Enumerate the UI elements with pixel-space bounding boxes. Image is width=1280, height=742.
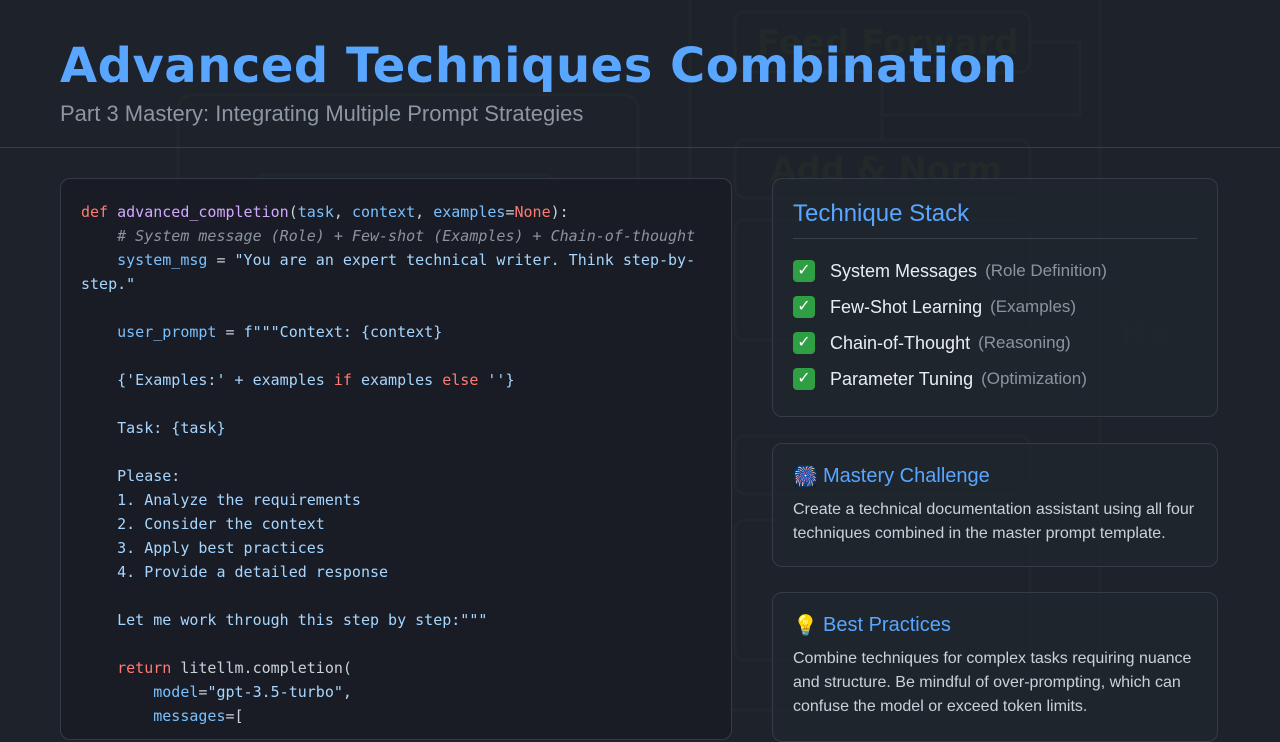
page-title: Advanced Techniques Combination (60, 38, 1018, 94)
code-string: 2. Consider the context (117, 515, 325, 533)
technique-detail: (Role Definition) (985, 261, 1107, 280)
technique-item: ✓ Chain-of-Thought (Reasoning) (793, 325, 1107, 361)
fireworks-icon: 🎆 (793, 466, 818, 488)
technique-label: Chain-of-Thought (830, 333, 971, 353)
best-practices-header: 💡 Best Practices (793, 613, 951, 638)
code-panel: def advanced_completion(task, context, e… (60, 178, 732, 740)
code-keyword: return (117, 659, 172, 677)
code-string: {'Examples:' + examples (117, 371, 334, 389)
code-kwarg: messages (153, 707, 226, 725)
technique-item: ✓ Parameter Tuning (Optimization) (793, 361, 1107, 397)
code-string: Let me work through this step by step:""… (117, 611, 488, 629)
check-mark-icon: ✓ (793, 296, 815, 318)
code-param: examples (433, 203, 506, 221)
code-param: context (351, 203, 416, 221)
check-mark-icon: ✓ (793, 332, 815, 354)
technique-list: ✓ System Messages (Role Definition) ✓ Few-S… (793, 253, 1107, 397)
code-call: litellm.completion( (171, 659, 352, 677)
code-string: f"""Context: {context} (243, 323, 443, 341)
code-string: 1. Analyze the requirements (117, 491, 361, 509)
code-default: None (514, 203, 551, 221)
code-string: ''} (478, 371, 515, 389)
technique-stack-title: Technique Stack (793, 200, 970, 227)
code-function-name: advanced_completion (117, 203, 289, 221)
best-practices-title: Best Practices (823, 614, 951, 636)
header: Advanced Techniques Combination Part 3 M… (0, 0, 1280, 148)
code-var: user_prompt (117, 323, 217, 341)
code-string: Task: {task} (117, 419, 226, 437)
mastery-challenge-card: 🎆 Mastery Challenge Create a technical d… (772, 443, 1218, 567)
code-keyword: else (442, 371, 479, 389)
page-subtitle: Part 3 Mastery: Integrating Multiple Pro… (60, 101, 584, 126)
mastery-challenge-header: 🎆 Mastery Challenge (793, 464, 990, 489)
code-keyword: def (81, 203, 109, 221)
code-param: task (297, 203, 334, 221)
mastery-challenge-body: Create a technical documentation assista… (793, 501, 1195, 542)
code-keyword: if (333, 371, 352, 389)
technique-detail: (Optimization) (981, 369, 1087, 388)
technique-label: System Messages (830, 261, 978, 281)
mastery-challenge-title: Mastery Challenge (823, 465, 990, 487)
lightbulb-icon: 💡 (793, 615, 818, 637)
technique-label: Few-Shot Learning (830, 297, 983, 317)
check-mark-icon: ✓ (793, 368, 815, 390)
code-string: "gpt-3.5-turbo" (207, 683, 343, 701)
technique-detail: (Examples) (990, 297, 1077, 316)
divider (793, 238, 1197, 239)
technique-label: Parameter Tuning (830, 369, 974, 389)
code-string: 3. Apply best practices (117, 539, 325, 557)
code-string: 4. Provide a detailed response (117, 563, 389, 581)
code-string: Please: (117, 467, 181, 485)
code-punct: =[ (225, 707, 244, 725)
check-mark-icon: ✓ (793, 260, 815, 282)
technique-item: ✓ System Messages (Role Definition) (793, 253, 1107, 289)
code-string: examples (351, 371, 443, 389)
technique-detail: (Reasoning) (978, 333, 1071, 352)
technique-stack-card: Technique Stack ✓ System Messages (Role De… (772, 178, 1218, 417)
code-var: system_msg (117, 251, 208, 269)
code-comment: # System message (Role) + Few-shot (Exam… (117, 227, 696, 245)
best-practices-body: Combine techniques for complex tasks req… (793, 650, 1192, 715)
technique-item: ✓ Few-Shot Learning (Examples) (793, 289, 1107, 325)
code-kwarg: model (153, 683, 199, 701)
code-block: def advanced_completion(task, context, e… (81, 203, 696, 725)
